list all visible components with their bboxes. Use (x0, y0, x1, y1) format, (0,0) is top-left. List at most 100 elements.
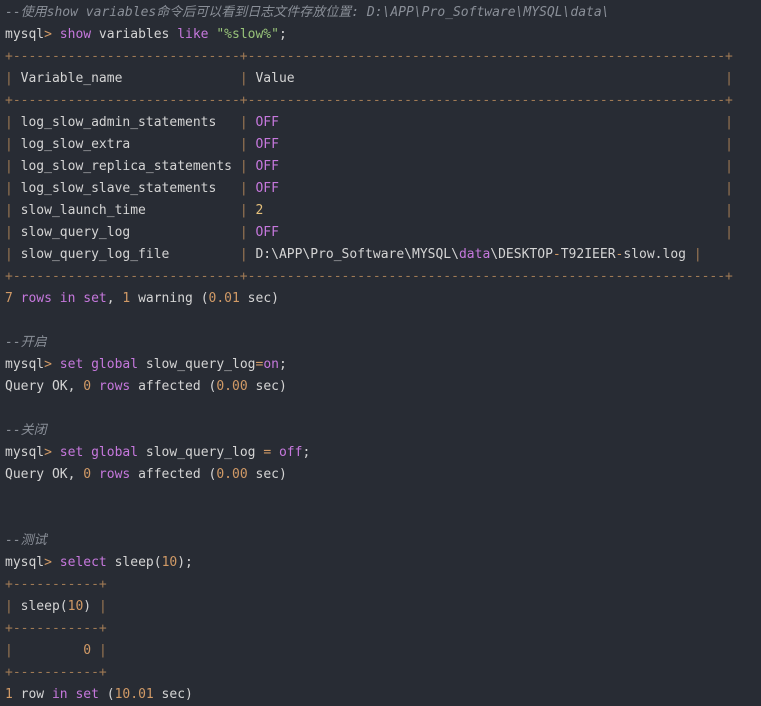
code-token: | (725, 225, 733, 240)
table-border: +-----------+ (5, 662, 733, 684)
code-token: --开启 (5, 335, 47, 350)
code-token: | (725, 181, 733, 196)
cmd-enable-slow-log: mysql> set global slow_query_log=on; (5, 354, 733, 376)
code-token: 0 (83, 643, 92, 658)
code-token: 0.00 (216, 379, 248, 394)
code-token: select (59, 555, 107, 570)
code-token: slow_query_log (138, 445, 264, 460)
code-token: rows (12, 291, 60, 306)
code-token: set (75, 687, 99, 702)
code-token: Query OK, (5, 379, 84, 394)
code-token: +-----------------------------+---------… (5, 93, 733, 108)
code-token: | (239, 137, 256, 152)
code-token: | (5, 71, 21, 86)
table-row: | slow_query_log | OFF | (5, 222, 733, 244)
code-token: = (263, 445, 272, 460)
code-token: set (59, 445, 84, 460)
code-token: --测试 (5, 533, 47, 548)
code-token: | (693, 247, 702, 262)
code-token: global (91, 357, 139, 372)
comment-disable: --关闭 (5, 420, 733, 442)
query-ok-line: Query OK, 0 rows affected (0.00 sec) (5, 376, 733, 398)
code-token: on (263, 357, 279, 372)
code-token: +-----------+ (5, 621, 107, 636)
code-token: ( (98, 687, 115, 702)
code-token: set (59, 357, 84, 372)
code-token: log_slow_extra (20, 137, 240, 152)
table-row: | slow_query_log_file | D:\APP\Pro_Softw… (5, 244, 733, 266)
table-border: +-----------+ (5, 618, 733, 640)
code-token: warning (130, 291, 201, 306)
code-token: | (5, 599, 21, 614)
code-token: like (177, 27, 209, 42)
code-token: | (239, 247, 256, 262)
code-token: ; (278, 27, 287, 42)
code-token: Query OK, (5, 467, 84, 482)
code-token: sec) (153, 687, 193, 702)
code-token: mysql (5, 357, 45, 372)
table-border: +-----------------------------+---------… (5, 266, 733, 288)
code-token: slow_query_log (20, 225, 240, 240)
code-token: Variable_name (20, 71, 240, 86)
code-token: off (278, 445, 303, 460)
table-border: +-----------------------------+---------… (5, 46, 733, 68)
code-token: | (5, 159, 21, 174)
code-token: | (725, 71, 733, 86)
code-token: global (91, 445, 139, 460)
code-token: | (5, 225, 21, 240)
code-token: Value (255, 71, 726, 86)
code-token: sec) (247, 467, 287, 482)
code-token: 0.01 (208, 291, 240, 306)
code-token: | (725, 115, 733, 130)
result-summary: 1 row in set (10.01 sec) (5, 684, 733, 706)
code-token: log_slow_slave_statements (20, 181, 240, 196)
table-row: | slow_launch_time | 2 | (5, 200, 733, 222)
code-token: variables (91, 27, 178, 42)
code-token: | (5, 115, 21, 130)
table-header-row: | sleep(10) | (5, 596, 733, 618)
code-token: , (106, 291, 123, 306)
code-token: mysql (5, 555, 45, 570)
code-token: > (44, 445, 52, 460)
code-token: sec) (239, 291, 279, 306)
terminal-code-block: --使用show variables命令后可以看到日志文件存放位置: D:\AP… (5, 2, 733, 706)
code-token: ; (302, 445, 311, 460)
code-token: | (5, 137, 21, 152)
code-token: slow_query_log (138, 357, 256, 372)
code-token: > (44, 555, 52, 570)
code-token: +-----------+ (5, 577, 107, 592)
code-token: +-----------+ (5, 665, 107, 680)
code-token: rows (91, 379, 139, 394)
code-token: slow.log (623, 247, 694, 262)
code-token: row (12, 687, 52, 702)
table-row: | 0 | (5, 640, 733, 662)
code-token: ( (200, 291, 209, 306)
code-token: +-----------------------------+---------… (5, 269, 733, 284)
cmd-disable-slow-log: mysql> set global slow_query_log = off; (5, 442, 733, 464)
blank-line (5, 398, 733, 420)
code-token: affected (138, 379, 209, 394)
code-token: | (725, 203, 733, 218)
code-token: OFF (255, 159, 279, 174)
code-token: --使用show variables命令后可以看到日志文件存放位置: D:\AP… (5, 5, 610, 20)
code-token: 0 (83, 379, 92, 394)
table-border: +-----------+ (5, 574, 733, 596)
code-token: ; (278, 357, 287, 372)
code-token: D:\APP\Pro_Software\MYSQL\ (255, 247, 459, 262)
blank-line (5, 486, 733, 508)
comment-show-variables: --使用show variables命令后可以看到日志文件存放位置: D:\AP… (5, 2, 733, 24)
code-token: 0.00 (216, 467, 248, 482)
code-token: log_slow_replica_statements (20, 159, 240, 174)
code-token: | (98, 643, 107, 658)
